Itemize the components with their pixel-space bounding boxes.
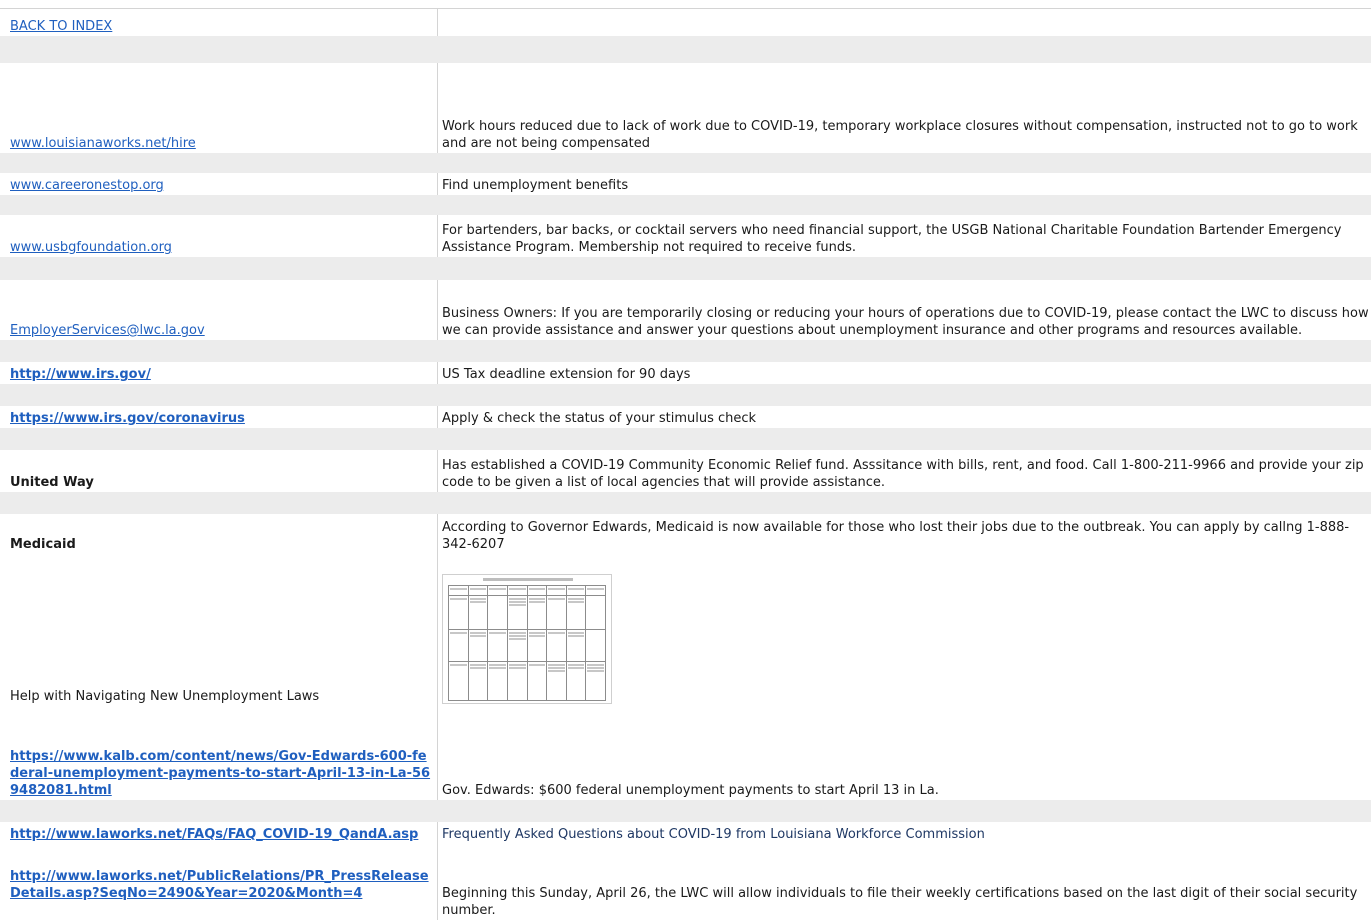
cell-label[interactable]: Medicaid [0, 514, 438, 554]
row-laworks-faq: http://www.laworks.net/FAQs/FAQ_COVID-19… [0, 822, 1371, 844]
cell-desc[interactable]: According to Governor Edwards, Medicaid … [438, 514, 1371, 554]
band-row [0, 153, 1371, 173]
cell-link[interactable]: http://www.irs.gov/ [0, 362, 438, 384]
thumbnail-table [448, 585, 606, 701]
spreadsheet: BACK TO INDEX www.louisianaworks.net/hir… [0, 0, 1371, 920]
cell-link[interactable]: www.louisianaworks.net/hire [0, 63, 438, 153]
cell-desc[interactable]: For bartenders, bar backs, or cocktail s… [438, 215, 1371, 257]
embedded-table-thumbnail[interactable] [442, 574, 612, 704]
cell-link[interactable]: www.usbgfoundation.org [0, 215, 438, 257]
laworks-faq-link[interactable]: http://www.laworks.net/FAQs/FAQ_COVID-19… [10, 826, 418, 843]
cell-link[interactable]: www.careeronestop.org [0, 173, 438, 195]
cell-label[interactable]: United Way [0, 450, 438, 492]
row-irs: http://www.irs.gov/ US Tax deadline exte… [0, 362, 1371, 384]
row-medicaid: Medicaid According to Governor Edwards, … [0, 514, 1371, 554]
row-employerservices: EmployerServices@lwc.la.gov Business Own… [0, 280, 1371, 340]
row-irs-coronavirus: https://www.irs.gov/coronavirus Apply & … [0, 406, 1371, 428]
cell-desc[interactable]: US Tax deadline extension for 90 days [438, 362, 1371, 384]
row-empty [0, 844, 1371, 866]
navigating-laws-label: Help with Navigating New Unemployment La… [10, 689, 320, 704]
laworks-press-release-link[interactable]: http://www.laworks.net/PublicRelations/P… [10, 868, 435, 902]
cell-desc[interactable]: Frequently Asked Questions about COVID-1… [438, 822, 1371, 844]
cell-label[interactable]: Help with Navigating New Unemployment La… [0, 572, 438, 706]
cell-desc[interactable]: Beginning this Sunday, April 26, the LWC… [438, 866, 1371, 920]
cell-desc[interactable]: Business Owners: If you are temporarily … [438, 280, 1371, 340]
cell-link[interactable]: EmployerServices@lwc.la.gov [0, 280, 438, 340]
band-row [0, 428, 1371, 450]
irs-coronavirus-link[interactable]: https://www.irs.gov/coronavirus [10, 410, 245, 427]
cell-empty[interactable] [438, 9, 1371, 36]
cell-link[interactable]: https://www.irs.gov/coronavirus [0, 406, 438, 428]
description-text: Work hours reduced due to lack of work d… [442, 119, 1358, 151]
band-row [0, 800, 1371, 822]
description-text: Find unemployment benefits [442, 178, 629, 193]
description-text: For bartenders, bar backs, or cocktail s… [442, 223, 1342, 255]
cell-back[interactable]: BACK TO INDEX [0, 9, 438, 36]
row-empty [0, 554, 1371, 572]
medicaid-label: Medicaid [10, 537, 76, 552]
cell-desc[interactable]: Apply & check the status of your stimulu… [438, 406, 1371, 428]
band-row [0, 340, 1371, 362]
row-back: BACK TO INDEX [0, 9, 1371, 36]
cell-empty[interactable] [0, 706, 438, 728]
row-kalb: https://www.kalb.com/content/news/Gov-Ed… [0, 728, 1371, 800]
band-row [0, 492, 1371, 514]
description-text: Has established a COVID-19 Community Eco… [442, 458, 1364, 490]
band-row [0, 195, 1371, 215]
description-text: Beginning this Sunday, April 26, the LWC… [442, 886, 1358, 918]
usbgfoundation-link[interactable]: www.usbgfoundation.org [10, 239, 172, 256]
row-navigating-laws: Help with Navigating New Unemployment La… [0, 572, 1371, 706]
description-text: According to Governor Edwards, Medicaid … [442, 520, 1350, 552]
cell-desc[interactable]: Work hours reduced due to lack of work d… [438, 63, 1371, 153]
description-text: Gov. Edwards: $600 federal unemployment … [442, 783, 939, 798]
cell-link[interactable]: https://www.kalb.com/content/news/Gov-Ed… [0, 728, 438, 800]
employer-services-email-link[interactable]: EmployerServices@lwc.la.gov [10, 322, 205, 339]
description-text: Apply & check the status of your stimulu… [442, 411, 757, 426]
row-united-way: United Way Has established a COVID-19 Co… [0, 450, 1371, 492]
irs-link[interactable]: http://www.irs.gov/ [10, 366, 151, 383]
thumbnail-title-line [483, 578, 573, 581]
band-row [0, 36, 1371, 63]
cell-empty[interactable] [0, 554, 438, 572]
cell-empty[interactable] [0, 844, 438, 866]
row-laworks-press: http://www.laworks.net/PublicRelations/P… [0, 866, 1371, 920]
row-louisianaworks: www.louisianaworks.net/hire Work hours r… [0, 63, 1371, 153]
row-usbgfoundation: www.usbgfoundation.org For bartenders, b… [0, 215, 1371, 257]
united-way-label: United Way [10, 475, 94, 490]
description-text: US Tax deadline extension for 90 days [442, 367, 691, 382]
band-row [0, 384, 1371, 406]
cell-desc[interactable]: Has established a COVID-19 Community Eco… [438, 450, 1371, 492]
careeronestop-link[interactable]: www.careeronestop.org [10, 177, 164, 194]
kalb-news-link[interactable]: https://www.kalb.com/content/news/Gov-Ed… [10, 748, 435, 799]
cell-desc[interactable]: Find unemployment benefits [438, 173, 1371, 195]
description-text: Business Owners: If you are temporarily … [442, 306, 1369, 338]
description-text: Frequently Asked Questions about COVID-1… [442, 827, 985, 842]
cell-link[interactable]: http://www.laworks.net/PublicRelations/P… [0, 866, 438, 920]
row-careeronestop: www.careeronestop.org Find unemployment … [0, 173, 1371, 195]
back-to-index-link[interactable]: BACK TO INDEX [10, 18, 112, 35]
cell-desc[interactable]: Gov. Edwards: $600 federal unemployment … [438, 728, 1371, 800]
band-row [0, 257, 1371, 280]
cell-link[interactable]: http://www.laworks.net/FAQs/FAQ_COVID-19… [0, 822, 438, 844]
louisianaworks-link[interactable]: www.louisianaworks.net/hire [10, 135, 196, 152]
row-empty [0, 706, 1371, 728]
